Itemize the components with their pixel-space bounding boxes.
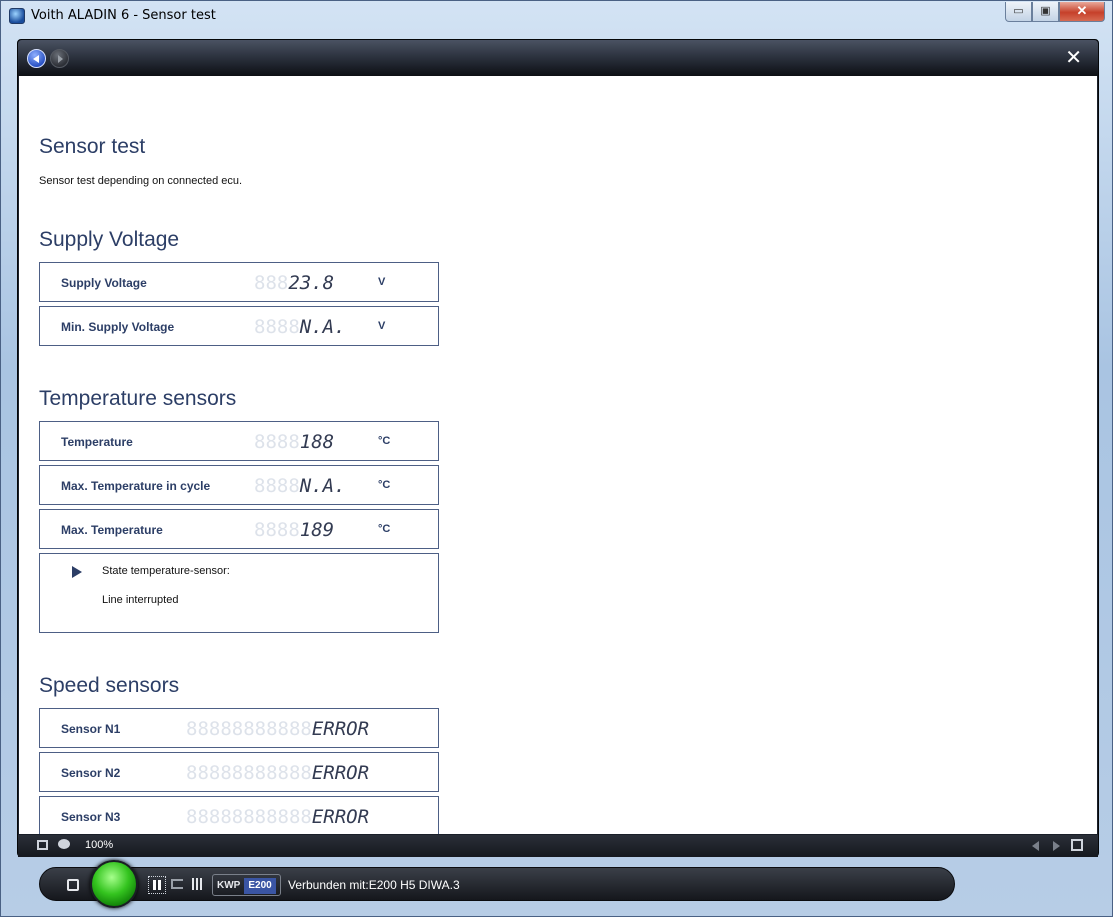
section-title-temperature: Temperature sensors <box>39 387 237 410</box>
lcd-value: ERROR <box>311 806 370 828</box>
value-row-min-supply-voltage: Min. Supply Voltage 8888N.A. V <box>39 306 439 346</box>
maximize-button[interactable]: ▣ <box>1032 2 1059 22</box>
protocol-label: KWP <box>217 880 241 891</box>
page-description: Sensor test depending on connected ecu. <box>39 175 243 187</box>
zoom-level[interactable]: 100% <box>85 839 113 851</box>
value-row-max-temperature-in-cycle: Max. Temperature in cycle 8888N.A. °C <box>39 465 439 505</box>
row-label: Sensor N3 <box>61 810 121 824</box>
fit-screen-icon[interactable] <box>37 840 48 850</box>
value-row-supply-voltage: Supply Voltage 88823.8 V <box>39 262 439 302</box>
status-bar: KWP E200 Verbunden mit:E200 H5 DIWA.3 <box>39 867 955 901</box>
lcd-ghost: 8888 <box>254 519 300 541</box>
lcd-display: 88823.8 <box>254 272 334 294</box>
back-icon[interactable] <box>27 49 46 68</box>
comment-icon[interactable] <box>58 839 70 849</box>
value-row-max-temperature: Max. Temperature 8888189 °C <box>39 509 439 549</box>
page-title: Sensor test <box>39 135 146 158</box>
next-page-icon[interactable] <box>1053 841 1060 851</box>
lcd-value: 189 <box>299 519 335 541</box>
row-label: Sensor N1 <box>61 722 121 736</box>
section-title-supply: Supply Voltage <box>39 228 180 251</box>
lcd-ghost: 888 <box>254 272 289 294</box>
row-label: Max. Temperature <box>61 523 163 537</box>
protocol-badge: KWP E200 <box>212 874 281 896</box>
lcd-ghost: 8888 <box>254 316 300 338</box>
row-unit: °C <box>378 435 391 447</box>
lcd-display: 88888888888ERROR <box>186 806 369 828</box>
play-arrow-icon <box>72 566 82 578</box>
lcd-display: 8888N.A. <box>254 316 346 338</box>
state-value: Line interrupted <box>102 594 179 606</box>
lcd-display: 8888189 <box>254 519 334 541</box>
lcd-ghost: 8888 <box>254 431 300 453</box>
value-row-sensor-n2: Sensor N2 88888888888ERROR <box>39 752 439 792</box>
lcd-display: 88888888888ERROR <box>186 762 369 784</box>
stop-icon[interactable] <box>67 879 79 891</box>
state-label: State temperature-sensor: <box>102 565 230 577</box>
title-bar: Voith ALADIN 6 - Sensor test ▭ ▣ ✕ <box>1 1 1112 31</box>
status-led-icon <box>90 860 138 908</box>
loop-icon[interactable] <box>171 879 183 889</box>
lcd-value: 188 <box>299 431 335 453</box>
value-row-sensor-n1: Sensor N1 88888888888ERROR <box>39 708 439 748</box>
grid-icon[interactable] <box>192 878 204 890</box>
close-icon[interactable]: ✕ <box>1065 48 1082 68</box>
expand-icon[interactable] <box>1071 839 1083 851</box>
value-row-sensor-n3: Sensor N3 88888888888ERROR <box>39 796 439 834</box>
row-label: Supply Voltage <box>61 276 147 290</box>
frame-toolbar: ✕ <box>18 40 1098 76</box>
lcd-display: 8888N.A. <box>254 475 346 497</box>
section-title-speed: Speed sensors <box>39 674 180 697</box>
lcd-display: 88888888888ERROR <box>186 718 369 740</box>
minimize-button[interactable]: ▭ <box>1005 2 1032 22</box>
row-label: Temperature <box>61 435 133 449</box>
lcd-ghost: 8888 <box>254 475 300 497</box>
ecu-label: E200 <box>244 878 276 894</box>
lcd-display: 8888188 <box>254 431 334 453</box>
forward-icon[interactable] <box>50 49 69 68</box>
row-label: Min. Supply Voltage <box>61 320 175 334</box>
row-unit: °C <box>378 523 391 535</box>
prev-page-icon[interactable] <box>1032 841 1039 851</box>
lcd-value: 23.8 <box>288 272 335 294</box>
app-window: Voith ALADIN 6 - Sensor test ▭ ▣ ✕ ✕ Sen… <box>0 0 1113 917</box>
value-row-temperature: Temperature 8888188 °C <box>39 421 439 461</box>
frame-footer: 100% <box>18 835 1098 857</box>
connection-status: Verbunden mit:E200 H5 DIWA.3 <box>288 878 460 892</box>
content-area[interactable]: Sensor test Sensor test depending on con… <box>19 76 1097 834</box>
temperature-sensor-state: State temperature-sensor: Line interrupt… <box>39 553 439 633</box>
lcd-ghost: 88888888888 <box>186 762 312 784</box>
lcd-value: N.A. <box>299 475 346 497</box>
window-title: Voith ALADIN 6 - Sensor test <box>31 8 216 23</box>
row-unit: V <box>378 276 386 288</box>
app-icon <box>9 8 25 24</box>
row-label: Max. Temperature in cycle <box>61 479 211 493</box>
row-label: Sensor N2 <box>61 766 121 780</box>
pause-icon[interactable] <box>148 876 166 894</box>
window-close-button[interactable]: ✕ <box>1059 2 1105 22</box>
lcd-value: ERROR <box>311 718 370 740</box>
lcd-ghost: 88888888888 <box>186 806 312 828</box>
row-unit: °C <box>378 479 391 491</box>
inner-frame: ✕ Sensor test Sensor test depending on c… <box>17 39 1099 857</box>
row-unit: V <box>378 320 386 332</box>
lcd-ghost: 88888888888 <box>186 718 312 740</box>
lcd-value: ERROR <box>311 762 370 784</box>
lcd-value: N.A. <box>299 316 346 338</box>
